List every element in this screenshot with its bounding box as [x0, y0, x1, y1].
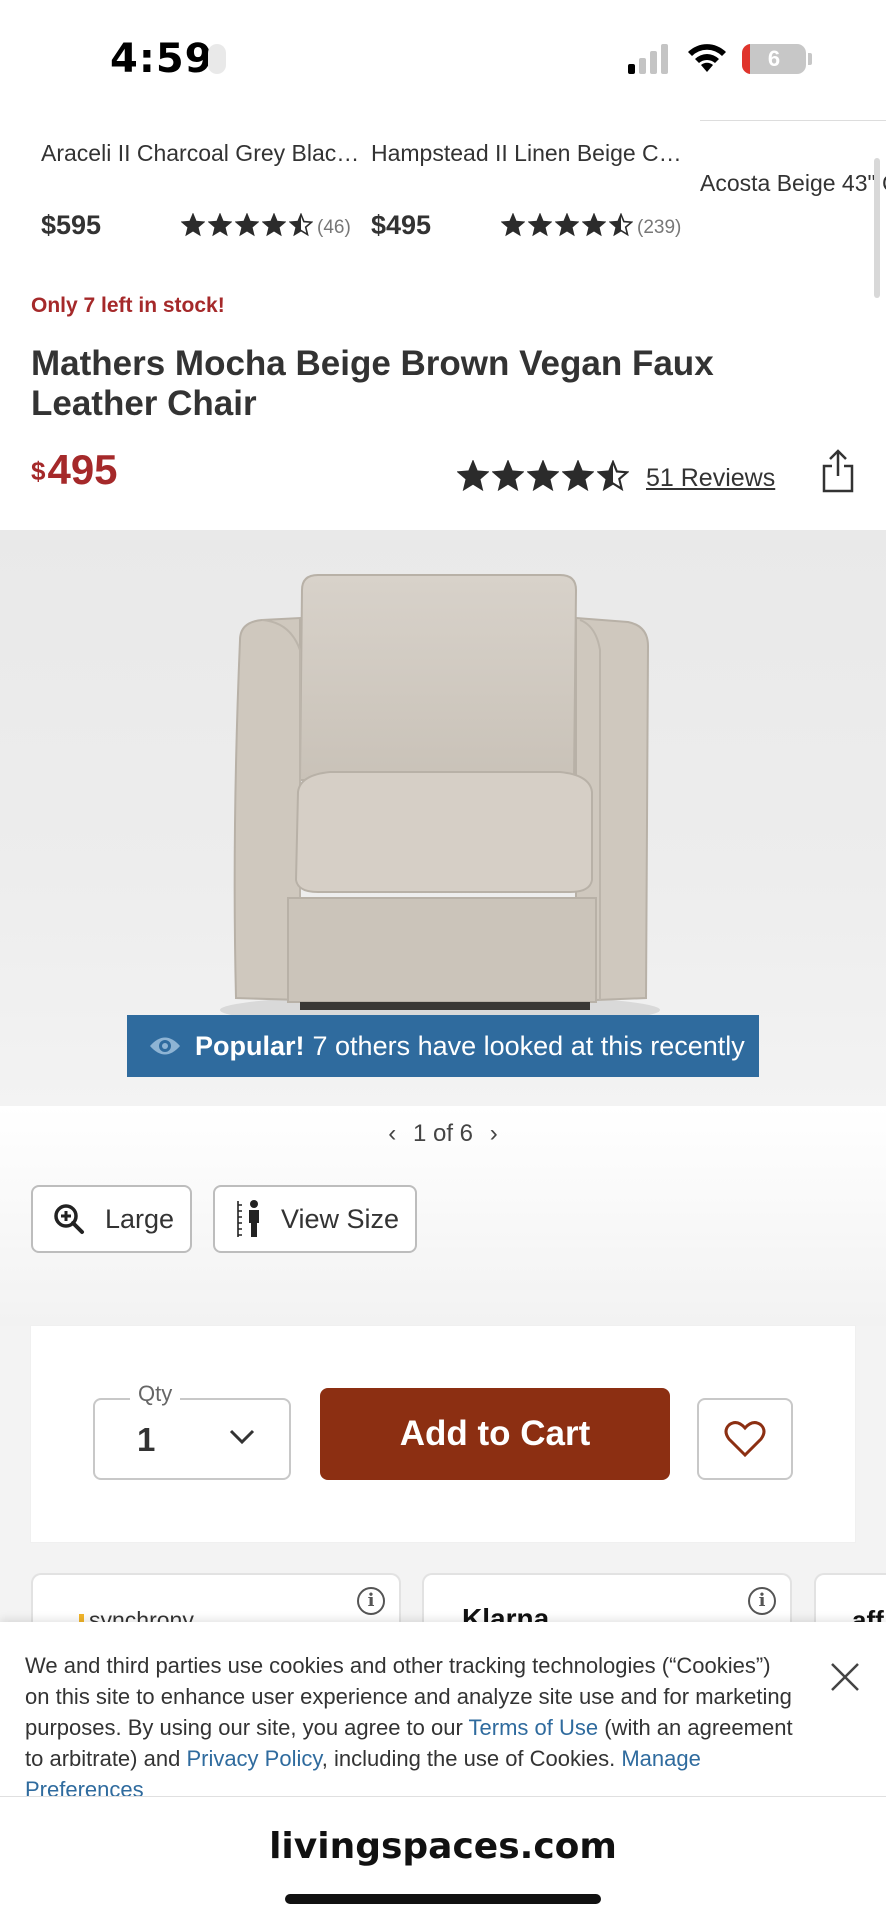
recommended-item[interactable]: Araceli II Charcoal Grey Blac… $595 (46) [41, 140, 361, 240]
view-size-button[interactable]: View Size [213, 1185, 417, 1253]
add-to-cart-button[interactable]: Add to Cart [320, 1388, 670, 1480]
zoom-in-icon [54, 1204, 84, 1234]
recommended-item-name: Araceli II Charcoal Grey Blac… [41, 140, 360, 166]
share-icon[interactable] [820, 448, 856, 499]
rating-count: (239) [637, 217, 682, 238]
heart-icon [724, 1421, 766, 1458]
star-half-icon [609, 213, 633, 237]
star-full-icon [582, 213, 606, 237]
stock-notice: Only 7 left in stock! [31, 294, 225, 317]
price-value: 495 [47, 446, 118, 493]
star-full-icon [555, 213, 579, 237]
signal-icon [628, 44, 668, 79]
product-rating-stars [457, 460, 629, 492]
scrollbar[interactable] [874, 158, 880, 298]
terms-link[interactable]: Terms of Use [469, 1715, 599, 1740]
reviews-link[interactable]: 51 Reviews [646, 464, 775, 493]
person-size-icon [237, 1200, 259, 1237]
quantity-select[interactable] [93, 1398, 291, 1480]
close-icon[interactable] [828, 1660, 862, 1699]
prev-image-icon[interactable]: ‹ [388, 1120, 396, 1147]
recommended-item[interactable]: Acosta Beige 43" C [700, 120, 886, 231]
star-full-icon [492, 460, 524, 492]
star-full-icon [528, 213, 552, 237]
product-title: Mathers Mocha Beige Brown Vegan Faux Lea… [31, 344, 714, 423]
status-time: 4:59 [110, 36, 214, 82]
popular-banner: Popular! 7 others have looked at this re… [127, 1015, 759, 1077]
popular-text: 7 others have looked at this recently [312, 1030, 745, 1061]
next-image-icon[interactable]: › [490, 1120, 498, 1147]
star-full-icon [262, 213, 286, 237]
cookie-text-3: , including the use of Cookies. [321, 1746, 622, 1771]
home-indicator[interactable] [285, 1894, 601, 1904]
rating-stars [181, 213, 313, 237]
currency-symbol: $ [31, 456, 46, 486]
large-label: Large [105, 1203, 175, 1234]
battery-level: 6 [767, 46, 781, 71]
info-icon[interactable]: i [357, 1587, 385, 1615]
info-icon[interactable]: i [748, 1587, 776, 1615]
view-size-label: View Size [281, 1203, 400, 1234]
wifi-icon [686, 42, 728, 79]
star-full-icon [501, 213, 525, 237]
qty-label: Qty [130, 1381, 181, 1407]
large-view-button[interactable]: Large [31, 1185, 192, 1253]
recommended-item-name: Hampstead II Linen Beige C… [371, 140, 681, 166]
product-price: $495 [31, 446, 118, 494]
eye-icon [150, 1037, 180, 1055]
star-full-icon [527, 460, 559, 492]
battery-tip [808, 53, 812, 65]
star-full-icon [562, 460, 594, 492]
star-half-icon [289, 213, 313, 237]
rating-count: (46) [317, 217, 351, 238]
popular-strong: Popular! [195, 1030, 305, 1061]
pager-label: 1 of 6 [412, 1120, 474, 1147]
cookie-message: We and third parties use cookies and oth… [25, 1650, 795, 1805]
star-full-icon [235, 213, 259, 237]
chevron-down-icon [228, 1428, 256, 1451]
recommended-item[interactable]: Hampstead II Linen Beige C… $495 (239) [371, 140, 691, 240]
battery-icon: 6 [742, 44, 806, 74]
star-full-icon [181, 213, 205, 237]
recommended-item-name: Acosta Beige 43" C [700, 170, 886, 196]
recommended-carousel[interactable]: Araceli II Charcoal Grey Blac… $595 (46)… [0, 120, 886, 240]
status-indicator [208, 44, 226, 74]
star-half-icon [597, 460, 629, 492]
star-full-icon [457, 460, 489, 492]
privacy-link[interactable]: Privacy Policy [186, 1746, 321, 1771]
wishlist-button[interactable] [697, 1398, 793, 1480]
image-pager: ‹ 1 of 6 › [0, 1120, 886, 1148]
recommended-item-price: $495 [371, 210, 432, 240]
recommended-item-price: $595 [41, 210, 102, 240]
address-bar-domain[interactable]: livingspaces.com [0, 1826, 886, 1867]
qty-value: 1 [137, 1421, 156, 1458]
rating-stars [501, 213, 633, 237]
star-full-icon [208, 213, 232, 237]
